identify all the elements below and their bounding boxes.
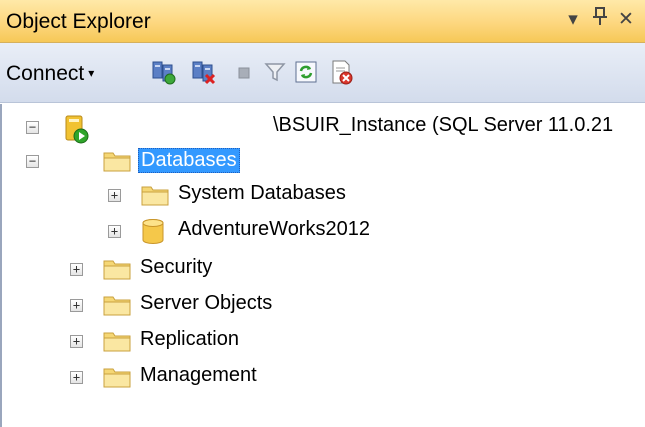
window-position-dropdown-icon[interactable]: ▾ bbox=[561, 6, 585, 34]
server-label: \BSUIR_Instance (SQL Server 11.0.21 bbox=[273, 114, 614, 136]
tree-node-adventureworks2012[interactable]: + AdventureWorks2012 bbox=[2, 216, 645, 246]
tree-node-server-objects[interactable]: + Server Objects bbox=[2, 290, 645, 320]
tree-item-label: System Databases bbox=[178, 182, 346, 204]
close-icon[interactable]: ✕ bbox=[614, 6, 638, 34]
tree-node-system-databases[interactable]: + System Databases bbox=[2, 180, 645, 210]
auto-hide-pin-icon[interactable] bbox=[588, 6, 612, 34]
object-explorer-titlebar: Object Explorer ▾ ✕ bbox=[0, 0, 645, 43]
expand-toggle[interactable]: + bbox=[108, 225, 121, 238]
chevron-down-icon: ▾ bbox=[88, 66, 95, 80]
folder-icon bbox=[103, 332, 131, 352]
tree-item-label: AdventureWorks2012 bbox=[178, 218, 370, 240]
sql-server-running-icon bbox=[65, 115, 89, 144]
folder-icon bbox=[103, 368, 131, 388]
folder-icon bbox=[141, 186, 169, 206]
expand-toggle[interactable]: + bbox=[70, 371, 83, 384]
expand-toggle[interactable]: + bbox=[70, 263, 83, 276]
stop-icon[interactable] bbox=[231, 59, 257, 85]
folder-icon bbox=[103, 260, 131, 280]
databases-label: Databases bbox=[138, 148, 240, 173]
object-explorer-toolbar: Connect ▾ bbox=[0, 43, 645, 103]
expand-toggle[interactable]: + bbox=[70, 335, 83, 348]
pin-icon-graphic bbox=[593, 7, 607, 25]
tree-item-label: Management bbox=[140, 364, 257, 386]
connect-dropdown-button[interactable]: Connect ▾ bbox=[6, 58, 98, 88]
tree-node-replication[interactable]: + Replication bbox=[2, 326, 645, 356]
tree-item-label: Replication bbox=[140, 328, 239, 350]
disconnect-server-icon[interactable] bbox=[190, 59, 216, 85]
tree-node-management[interactable]: + Management bbox=[2, 362, 645, 392]
tree-item-label: Security bbox=[140, 256, 213, 278]
tree-item-label: Server Objects bbox=[140, 292, 273, 314]
folder-icon bbox=[103, 296, 131, 316]
filter-icon[interactable] bbox=[262, 59, 288, 85]
tree-node-security[interactable]: + Security bbox=[2, 254, 645, 284]
tree-node-databases[interactable]: − Databases bbox=[2, 146, 645, 176]
collapse-toggle[interactable]: − bbox=[26, 155, 39, 168]
delete-icon[interactable] bbox=[328, 59, 354, 85]
refresh-icon[interactable] bbox=[293, 59, 319, 85]
database-icon bbox=[142, 219, 164, 244]
tree-node-server[interactable]: − \BSUIR_Instance (SQL Server 11.0.21 bbox=[2, 112, 645, 144]
collapse-toggle[interactable]: − bbox=[26, 121, 39, 134]
connect-server-icon[interactable] bbox=[150, 59, 176, 85]
panel-title: Object Explorer bbox=[6, 10, 151, 33]
expand-toggle[interactable]: + bbox=[108, 189, 121, 202]
object-explorer-tree[interactable]: − \BSUIR_Instance (SQL Server 11.0.21 − … bbox=[0, 104, 645, 427]
connect-label: Connect bbox=[6, 62, 85, 85]
expand-toggle[interactable]: + bbox=[70, 299, 83, 312]
folder-icon bbox=[103, 152, 131, 172]
